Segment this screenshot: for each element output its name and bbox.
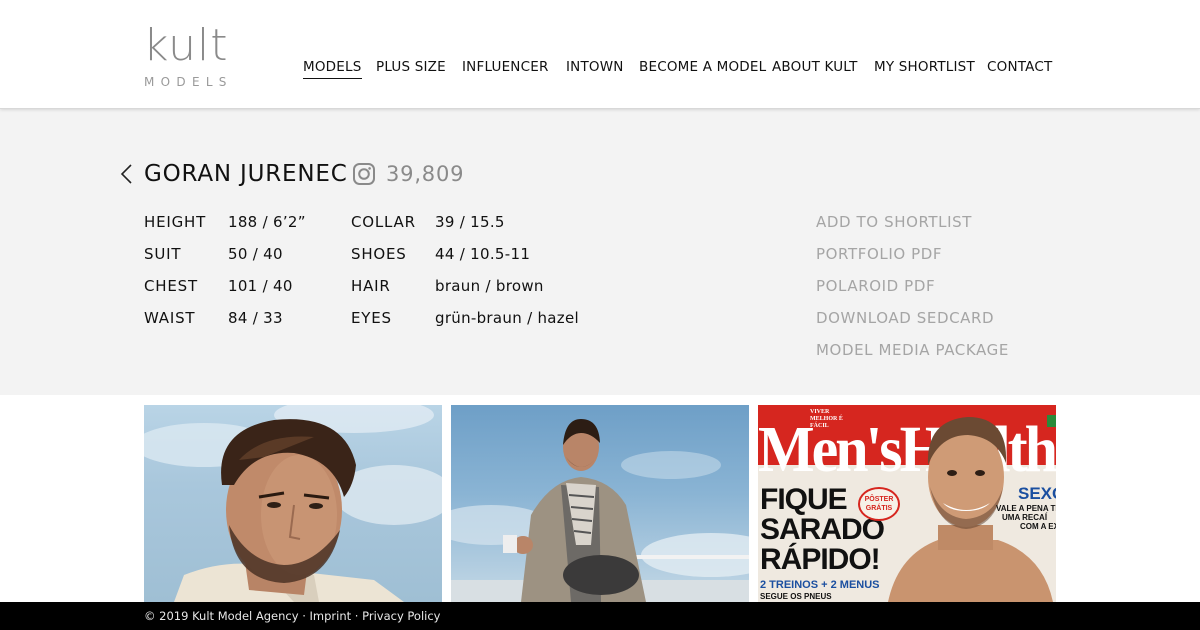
nav-item-intown[interactable]: INTOWN (566, 58, 624, 76)
footer-privacy-link[interactable]: Privacy Policy (362, 609, 440, 623)
magazine-headline-1: FIQUE (760, 483, 848, 516)
stat-label-collar: COLLAR (351, 213, 416, 231)
stat-value-hair: braun / brown (435, 277, 544, 295)
magazine-side-text-2: UMA RECAÍ (1002, 513, 1048, 522)
footer-separator: · (351, 609, 363, 623)
stat-value-suit: 50 / 40 (228, 245, 283, 263)
nav-item-my-shortlist[interactable]: MY SHORTLIST (874, 58, 975, 76)
seated-photo-illustration (451, 419, 749, 602)
instagram-follower-count: 39,809 (386, 162, 465, 186)
nav-item-models[interactable]: MODELS (303, 58, 362, 79)
stat-value-shoes: 44 / 10.5-11 (435, 245, 531, 263)
magazine-side-text-1: VALE A PENA TE (996, 504, 1056, 513)
stat-label-height: HEIGHT (144, 213, 207, 231)
portfolio-photo-magazine-cover[interactable]: VIVER MELHOR É FÁCIL Men'sHealth FIQUE S… (758, 405, 1056, 602)
portfolio-photo-portrait[interactable] (144, 405, 442, 602)
magazine-headline-2: SARADO (760, 513, 885, 546)
polaroid-pdf-link[interactable]: POLAROID PDF (816, 276, 935, 296)
chevron-left-icon[interactable] (118, 162, 136, 186)
footer-separator: · (298, 609, 310, 623)
stat-label-waist: WAIST (144, 309, 196, 327)
footer-imprint-link[interactable]: Imprint (310, 609, 352, 623)
nav-item-influencer[interactable]: INFLUENCER (462, 58, 549, 76)
instagram-icon[interactable] (352, 162, 376, 186)
stat-label-hair: HAIR (351, 277, 391, 295)
stat-label-chest: CHEST (144, 277, 198, 295)
stat-label-eyes: EYES (351, 309, 392, 327)
magazine-side-text-3: COM A EX (1020, 522, 1056, 531)
nav-item-become-a-model[interactable]: BECOME A MODEL (639, 58, 766, 76)
stat-value-collar: 39 / 15.5 (435, 213, 505, 231)
magazine-side-title: SEXO (1018, 484, 1056, 503)
magazine-flag-icon (1047, 415, 1056, 427)
nav-item-plus-size[interactable]: PLUS SIZE (376, 58, 446, 76)
portrait-photo-illustration (144, 405, 442, 602)
stat-label-shoes: SHOES (351, 245, 407, 263)
magazine-badge: PÔSTER GRÁTIS (858, 487, 900, 521)
site-header: kult MODELS MODELS PLUS SIZE INFLUENCER … (0, 0, 1200, 109)
stat-value-height: 188 / 6’2” (228, 213, 306, 231)
download-sedcard-link[interactable]: DOWNLOAD SEDCARD (816, 308, 994, 328)
model-name: GORAN JURENEC (144, 161, 348, 187)
footer-text: © 2019 Kult Model Agency · Imprint · Pri… (144, 608, 440, 624)
kult-models-logo[interactable]: kult MODELS (143, 24, 243, 92)
magazine-subline: 2 TREINOS + 2 MENUS (760, 579, 880, 591)
nav-item-contact[interactable]: CONTACT (987, 58, 1052, 76)
logo-wordmark: kult (143, 20, 229, 71)
portfolio-photo-seated[interactable] (451, 405, 749, 602)
footer-copyright: © 2019 Kult Model Agency (144, 609, 299, 623)
portfolio-pdf-link[interactable]: PORTFOLIO PDF (816, 244, 942, 264)
magazine-headline-3: RÁPIDO! (760, 543, 881, 576)
stat-value-chest: 101 / 40 (228, 277, 293, 295)
magazine-subline-2: SEGUE OS PNEUS (760, 592, 832, 601)
add-to-shortlist-link[interactable]: ADD TO SHORTLIST (816, 212, 972, 232)
nav-item-about-kult[interactable]: ABOUT KULT (772, 58, 858, 76)
model-media-package-link[interactable]: MODEL MEDIA PACKAGE (816, 340, 1009, 360)
stat-value-eyes: grün-braun / hazel (435, 309, 579, 327)
logo-subtitle: MODELS (144, 75, 233, 89)
stat-label-suit: SUIT (144, 245, 182, 263)
stat-value-waist: 84 / 33 (228, 309, 283, 327)
site-footer: © 2019 Kult Model Agency · Imprint · Pri… (0, 602, 1200, 630)
